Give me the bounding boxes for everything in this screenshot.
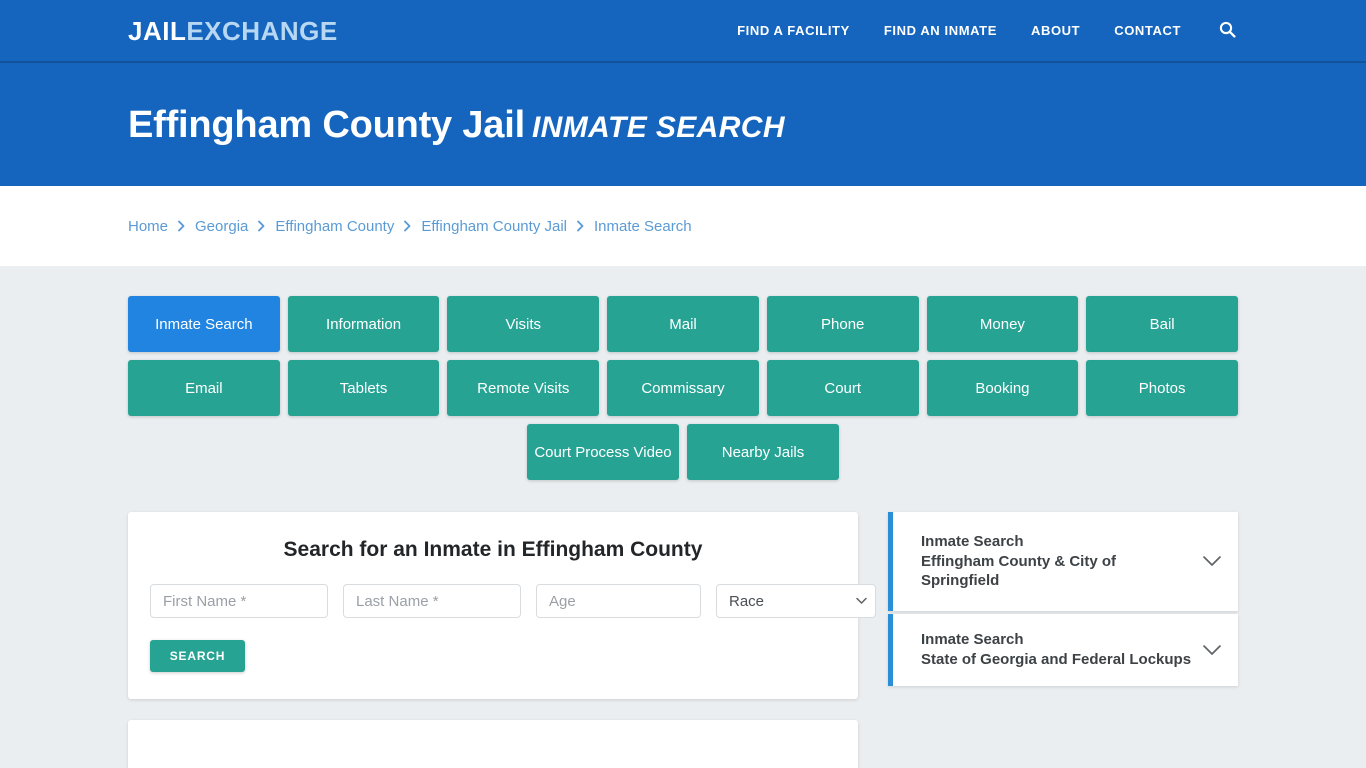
search-submit-button[interactable]: SEARCH bbox=[150, 640, 245, 672]
search-icon bbox=[1219, 21, 1236, 41]
tab-email[interactable]: Email bbox=[128, 360, 280, 416]
nav-item-find-a-facility[interactable]: FIND A FACILITY bbox=[737, 23, 850, 38]
chevron-down-icon[interactable] bbox=[1202, 644, 1222, 657]
sidebar-accordion-state-search-label: Inmate Search State of Georgia and Feder… bbox=[921, 630, 1192, 670]
tab-bail[interactable]: Bail bbox=[1086, 296, 1238, 352]
page-body: Inmate Search Information Visits Mail Ph… bbox=[0, 266, 1366, 768]
facility-tab-row-extra: Court Process Video Nearby Jails bbox=[128, 424, 1238, 480]
facility-tab-grid: Inmate Search Information Visits Mail Ph… bbox=[128, 266, 1238, 416]
nav-item-contact[interactable]: CONTACT bbox=[1114, 23, 1181, 38]
tab-inmate-search[interactable]: Inmate Search bbox=[128, 296, 280, 352]
chevron-right-icon bbox=[403, 220, 412, 232]
page-title: Effingham County Jail INMATE SEARCH bbox=[128, 106, 785, 144]
nav-item-find-an-inmate[interactable]: FIND AN INMATE bbox=[884, 23, 997, 38]
chevron-right-icon bbox=[576, 220, 585, 232]
last-name-input[interactable] bbox=[343, 584, 521, 618]
results-card bbox=[128, 720, 858, 768]
chevron-down-icon[interactable] bbox=[1202, 555, 1222, 568]
first-name-input[interactable] bbox=[150, 584, 328, 618]
sidebar-accordion-state-search[interactable]: Inmate Search State of Georgia and Feder… bbox=[888, 614, 1238, 686]
main-navigation: FIND A FACILITY FIND AN INMATE ABOUT CON… bbox=[737, 21, 1236, 41]
tab-photos[interactable]: Photos bbox=[1086, 360, 1238, 416]
tab-phone[interactable]: Phone bbox=[766, 296, 919, 352]
tab-visits[interactable]: Visits bbox=[447, 296, 600, 352]
breadcrumb-item-effingham-county-jail[interactable]: Effingham County Jail bbox=[421, 218, 567, 235]
main-column: Search for an Inmate in Effingham County… bbox=[128, 512, 876, 768]
header-search-button[interactable] bbox=[1219, 21, 1236, 41]
accordion-title-line1: Inmate Search bbox=[921, 532, 1024, 550]
inmate-search-heading: Search for an Inmate in Effingham County bbox=[283, 538, 703, 561]
breadcrumb-bar: Home Georgia Effingham County Effingham … bbox=[0, 186, 1366, 266]
tab-tablets[interactable]: Tablets bbox=[287, 360, 440, 416]
tab-money[interactable]: Money bbox=[926, 296, 1079, 352]
tab-information[interactable]: Information bbox=[287, 296, 440, 352]
tab-court[interactable]: Court bbox=[766, 360, 919, 416]
logo-text-exchange: EXCHANGE bbox=[186, 15, 338, 46]
hero-banner: Effingham County Jail INMATE SEARCH bbox=[0, 63, 1366, 186]
accordion-title-line1: Inmate Search bbox=[921, 631, 1024, 649]
breadcrumb-item-home[interactable]: Home bbox=[128, 218, 168, 235]
tab-booking[interactable]: Booking bbox=[926, 360, 1079, 416]
breadcrumb-item-current: Inmate Search bbox=[594, 217, 692, 235]
tab-nearby-jails[interactable]: Nearby Jails bbox=[687, 424, 839, 480]
race-select[interactable]: Race bbox=[716, 584, 876, 618]
race-select-wrapper: Race bbox=[716, 584, 876, 618]
nav-item-about[interactable]: ABOUT bbox=[1031, 23, 1080, 38]
tab-commissary[interactable]: Commissary bbox=[607, 360, 759, 416]
accordion-title-line2: State of Georgia and Federal Lockups bbox=[921, 651, 1192, 668]
sidebar-accordion-county-search-label: Inmate Search Effingham County & City of… bbox=[921, 532, 1192, 592]
sidebar-accordion-county-search[interactable]: Inmate Search Effingham County & City of… bbox=[888, 512, 1238, 611]
logo-text-jail: JAIL bbox=[128, 15, 187, 46]
tab-remote-visits[interactable]: Remote Visits bbox=[447, 360, 600, 416]
tab-mail[interactable]: Mail bbox=[607, 296, 759, 352]
content-columns: Search for an Inmate in Effingham County… bbox=[128, 512, 1238, 768]
sidebar: Inmate Search Effingham County & City of… bbox=[888, 512, 1238, 689]
inmate-search-card: Search for an Inmate in Effingham County… bbox=[128, 512, 876, 699]
chevron-right-icon bbox=[177, 220, 186, 232]
page-title-main: Effingham County Jail bbox=[128, 103, 525, 146]
age-input[interactable] bbox=[536, 584, 701, 618]
inmate-search-form: Race bbox=[150, 584, 876, 618]
site-header: JAILEXCHANGE FIND A FACILITY FIND AN INM… bbox=[0, 0, 1366, 63]
page-title-subtitle: INMATE SEARCH bbox=[531, 110, 785, 144]
tab-court-process-video[interactable]: Court Process Video bbox=[527, 424, 679, 480]
chevron-right-icon bbox=[257, 220, 266, 232]
breadcrumb-item-effingham-county[interactable]: Effingham County bbox=[275, 218, 394, 235]
breadcrumb-item-georgia[interactable]: Georgia bbox=[195, 218, 248, 235]
accordion-title-line2: Effingham County & City of Springfield bbox=[921, 552, 1116, 590]
breadcrumb: Home Georgia Effingham County Effingham … bbox=[128, 218, 692, 235]
site-logo[interactable]: JAILEXCHANGE bbox=[128, 18, 338, 44]
